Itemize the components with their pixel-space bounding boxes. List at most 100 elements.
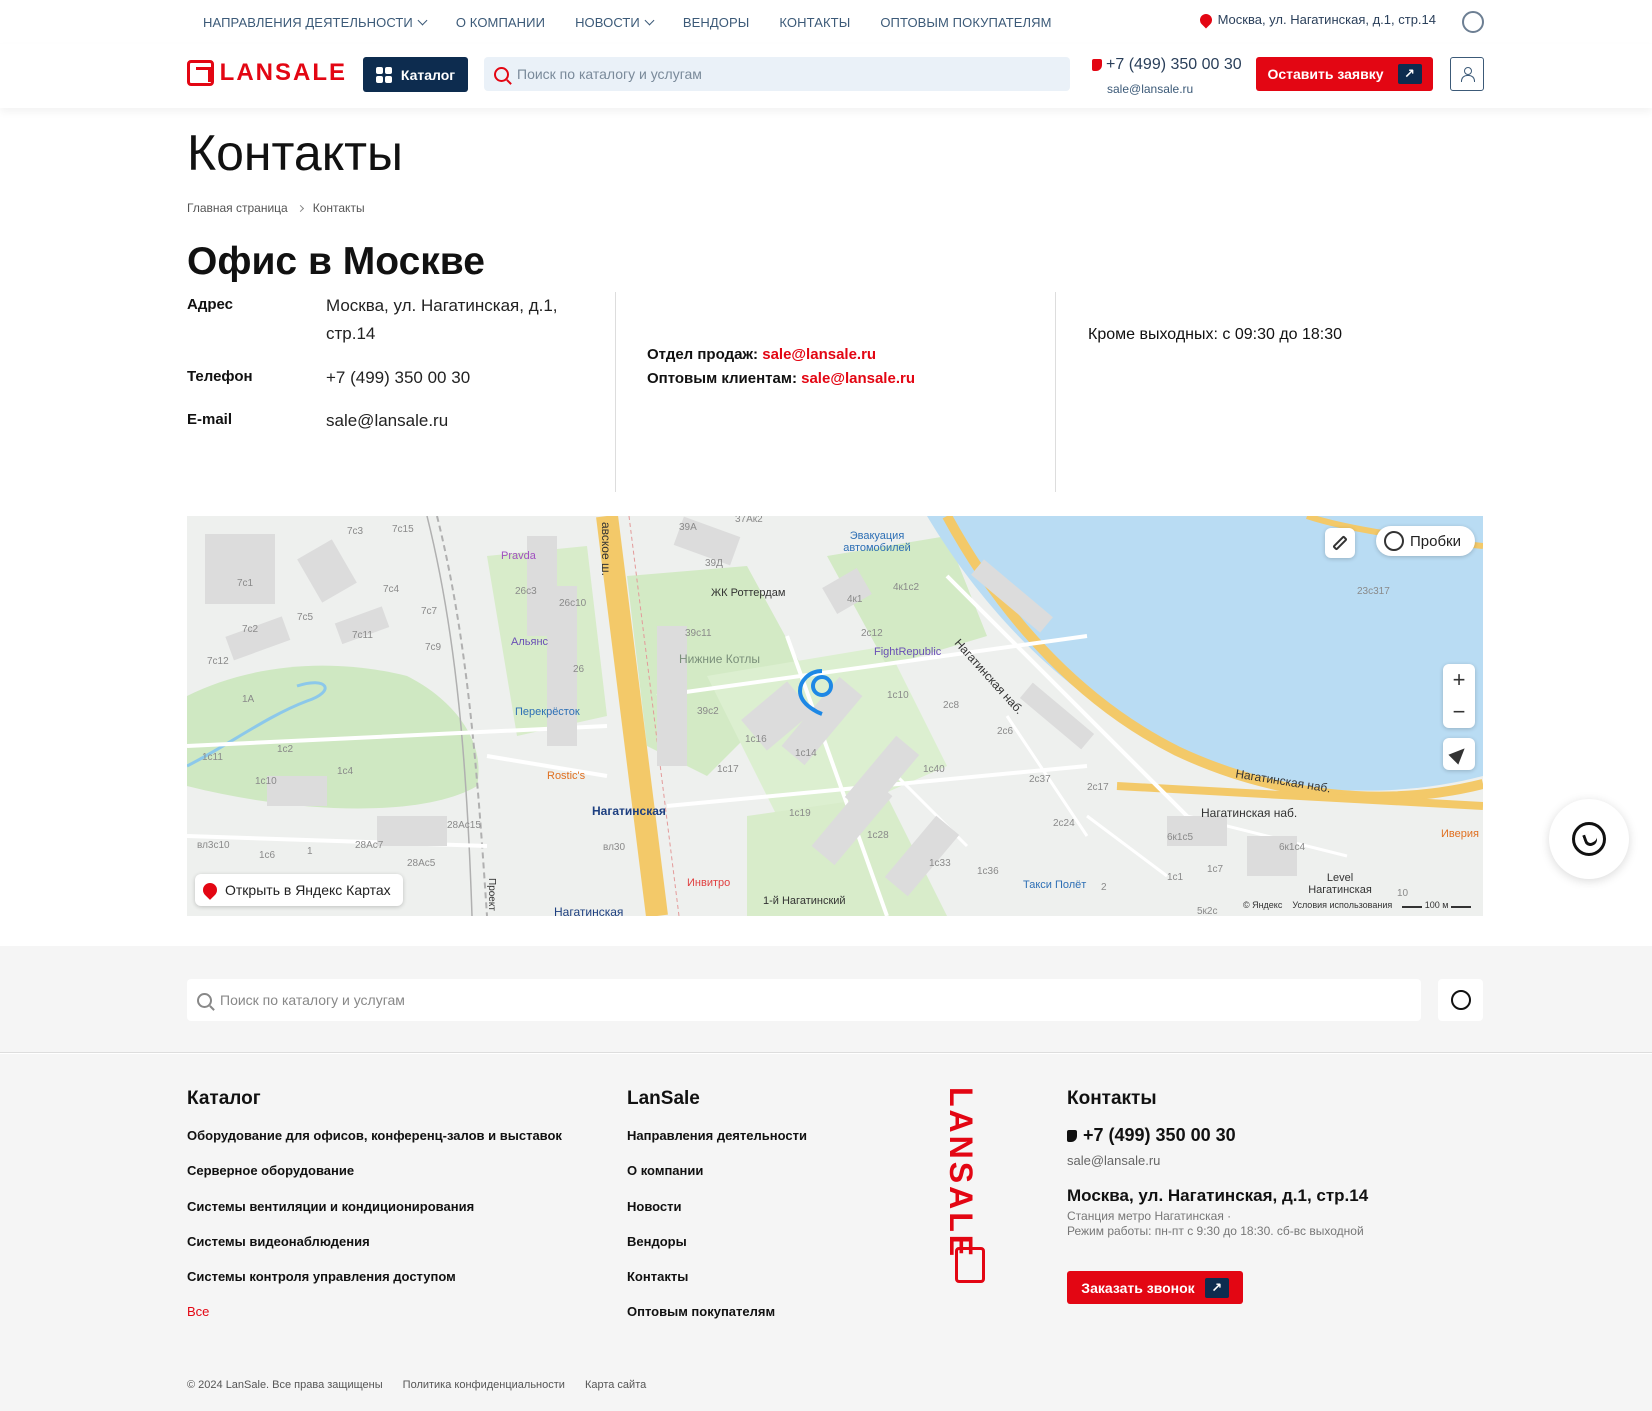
- footer-phone[interactable]: +7 (499) 350 00 30: [1067, 1125, 1236, 1146]
- breadcrumb-home[interactable]: Главная страница: [187, 201, 288, 215]
- page-title: Контакты: [187, 125, 403, 181]
- footer-link[interactable]: Контакты: [627, 1269, 807, 1304]
- footer-link[interactable]: Направления деятельности: [627, 1128, 807, 1163]
- chevron-right-icon: [296, 204, 304, 212]
- location-pin-icon: [200, 880, 220, 900]
- geolocation-button[interactable]: [1443, 738, 1475, 770]
- arrow-up-right-icon: ↗: [1204, 1277, 1229, 1298]
- top-nav-links: НАПРАВЛЕНИЯ ДЕЯТЕЛЬНОСТИ О КОМПАНИИ НОВО…: [203, 0, 1052, 44]
- footer-link[interactable]: Оборудование для офисов, конференц-залов…: [187, 1128, 562, 1163]
- map-terms-link[interactable]: Условия использования: [1292, 900, 1392, 910]
- ruler-button[interactable]: [1325, 528, 1355, 558]
- open-in-yandex-maps-button[interactable]: Открыть в Яндекс Картах: [195, 874, 403, 906]
- whatsapp-float-button[interactable]: [1549, 799, 1629, 879]
- footer-link[interactable]: Новости: [627, 1199, 807, 1234]
- footer-lansale-list: Направления деятельности О компании Ново…: [627, 1128, 807, 1340]
- phone-label: Телефон: [187, 368, 253, 385]
- footer-link[interactable]: Вендоры: [627, 1234, 807, 1269]
- traffic-icon: [1384, 531, 1404, 551]
- search-input[interactable]: [517, 66, 1070, 82]
- whatsapp-icon[interactable]: [1462, 11, 1484, 33]
- top-address[interactable]: Москва, ул. Нагатинская, д.1, стр.14: [1197, 11, 1436, 28]
- privacy-link[interactable]: Политика конфиденциальности: [403, 1379, 565, 1391]
- zoom-in-button[interactable]: +: [1443, 664, 1475, 696]
- nav-vendors[interactable]: ВЕНДОРЫ: [683, 15, 750, 30]
- place-rotterdam[interactable]: ЖК Роттердам: [711, 587, 785, 599]
- place-iveria[interactable]: Иверия: [1441, 828, 1479, 840]
- search-icon: [494, 66, 509, 82]
- breadcrumb: Главная страница Контакты: [187, 201, 365, 215]
- leave-request-button[interactable]: Оставить заявку ↗: [1256, 57, 1433, 91]
- place-pravda[interactable]: Pravda: [501, 550, 536, 562]
- place-alians[interactable]: Альянс: [511, 636, 548, 648]
- site-logo[interactable]: LANSALE: [187, 59, 347, 86]
- account-button[interactable]: [1450, 57, 1484, 91]
- footer-link[interactable]: Системы вентиляции и кондиционирования: [187, 1199, 562, 1234]
- footer-link[interactable]: Системы видеонаблюдения: [187, 1234, 562, 1269]
- order-callback-button[interactable]: Заказать звонок ↗: [1067, 1271, 1243, 1304]
- ruler-icon: [1332, 535, 1348, 551]
- footer-whatsapp-button[interactable]: [1438, 979, 1483, 1021]
- chevron-down-icon: [644, 15, 655, 25]
- chevron-down-icon: [417, 15, 428, 25]
- zoom-out-button[interactable]: −: [1443, 696, 1475, 728]
- nav-directions[interactable]: НАПРАВЛЕНИЯ ДЕЯТЕЛЬНОСТИ: [203, 15, 428, 30]
- map-canvas: [187, 516, 1483, 916]
- footer-lansale-title: LanSale: [627, 1088, 700, 1109]
- breadcrumb-current: Контакты: [312, 201, 365, 215]
- sales-email-link[interactable]: sale@lansale.ru: [762, 346, 876, 363]
- footer-link[interactable]: О компании: [627, 1163, 807, 1198]
- scale-bar: [1402, 906, 1423, 908]
- footer-contacts-title: Контакты: [1067, 1088, 1157, 1109]
- footer-search-input[interactable]: [220, 992, 1421, 1008]
- footer-vertical-logo: LANSALE: [943, 1087, 987, 1287]
- header-email[interactable]: sale@lansale.ru: [1107, 82, 1193, 96]
- footer-link[interactable]: Серверное оборудование: [187, 1163, 562, 1198]
- whatsapp-icon: [1450, 990, 1471, 1010]
- place-taxi[interactable]: Такси Полёт: [1023, 879, 1086, 891]
- footer-catalog-all-link[interactable]: Все: [187, 1304, 562, 1339]
- place-invitro[interactable]: Инвитро: [687, 877, 730, 889]
- divider: [1055, 292, 1056, 492]
- place-evac[interactable]: Эвакуация автомобилей: [837, 530, 917, 554]
- place-nagatinskaya-metro[interactable]: Нагатинская: [592, 804, 666, 818]
- grid-icon: [375, 66, 392, 83]
- header-phone[interactable]: +7 (499) 350 00 30: [1092, 56, 1242, 74]
- arrow-up-right-icon: ↗: [1397, 64, 1422, 84]
- nav-contacts[interactable]: КОНТАКТЫ: [779, 15, 850, 30]
- nav-wholesale[interactable]: ОПТОВЫМ ПОКУПАТЕЛЯМ: [880, 15, 1051, 30]
- footer-catalog-list: Оборудование для офисов, конференц-залов…: [187, 1128, 562, 1340]
- divider: [615, 292, 616, 492]
- place-first-nag[interactable]: 1-й Нагатинский: [763, 895, 846, 907]
- nav-about[interactable]: О КОМПАНИИ: [456, 15, 545, 30]
- phone-icon: [1067, 1129, 1077, 1142]
- search-icon: [197, 992, 212, 1008]
- nav-news[interactable]: НОВОСТИ: [575, 15, 655, 30]
- place-level[interactable]: Level Нагатинская: [1305, 872, 1375, 896]
- footer-link[interactable]: Системы контроля управления доступом: [187, 1269, 562, 1304]
- place-rostics[interactable]: Rostic's: [547, 770, 585, 782]
- header-search: [484, 57, 1070, 91]
- logo-mark-icon: [955, 1247, 985, 1283]
- footer-metro-schedule: Станция метро Нагатинская · Режим работы…: [1067, 1209, 1364, 1238]
- footer-bottom: © 2024 LanSale. Все права защищены Полит…: [187, 1379, 646, 1391]
- traffic-button[interactable]: Пробки: [1376, 526, 1475, 556]
- sitemap-link[interactable]: Карта сайта: [585, 1379, 646, 1391]
- address-value: Москва, ул. Нагатинская, д.1, стр.14: [326, 296, 558, 343]
- place-perekrestok[interactable]: Перекрёсток: [515, 706, 580, 718]
- footer-email[interactable]: sale@lansale.ru: [1067, 1153, 1160, 1168]
- place-nagatinskaya-station[interactable]: Нагатинская: [554, 905, 623, 916]
- user-icon: [1461, 67, 1475, 82]
- footer-search: [187, 979, 1421, 1021]
- email-label: E-mail: [187, 411, 233, 428]
- map-attribution: © Яндекс Условия использования 100 м: [1243, 900, 1471, 910]
- place-fight[interactable]: FightRepublic: [874, 646, 941, 658]
- yandex-map[interactable]: 7с3 7с15 7с1 7с4 7с5 7с7 7с2 7с11 7с9 7с…: [187, 516, 1483, 916]
- wholesale-email-link[interactable]: sale@lansale.ru: [801, 370, 915, 387]
- working-hours: Кроме выходных: с 09:30 до 18:30: [1088, 326, 1343, 343]
- email-value[interactable]: sale@lansale.ru: [326, 407, 586, 435]
- footer-link[interactable]: Оптовым покупателям: [627, 1304, 807, 1339]
- zoom-control: + −: [1443, 664, 1475, 728]
- phone-value[interactable]: +7 (499) 350 00 30: [326, 364, 586, 392]
- catalog-button[interactable]: Каталог: [363, 57, 468, 92]
